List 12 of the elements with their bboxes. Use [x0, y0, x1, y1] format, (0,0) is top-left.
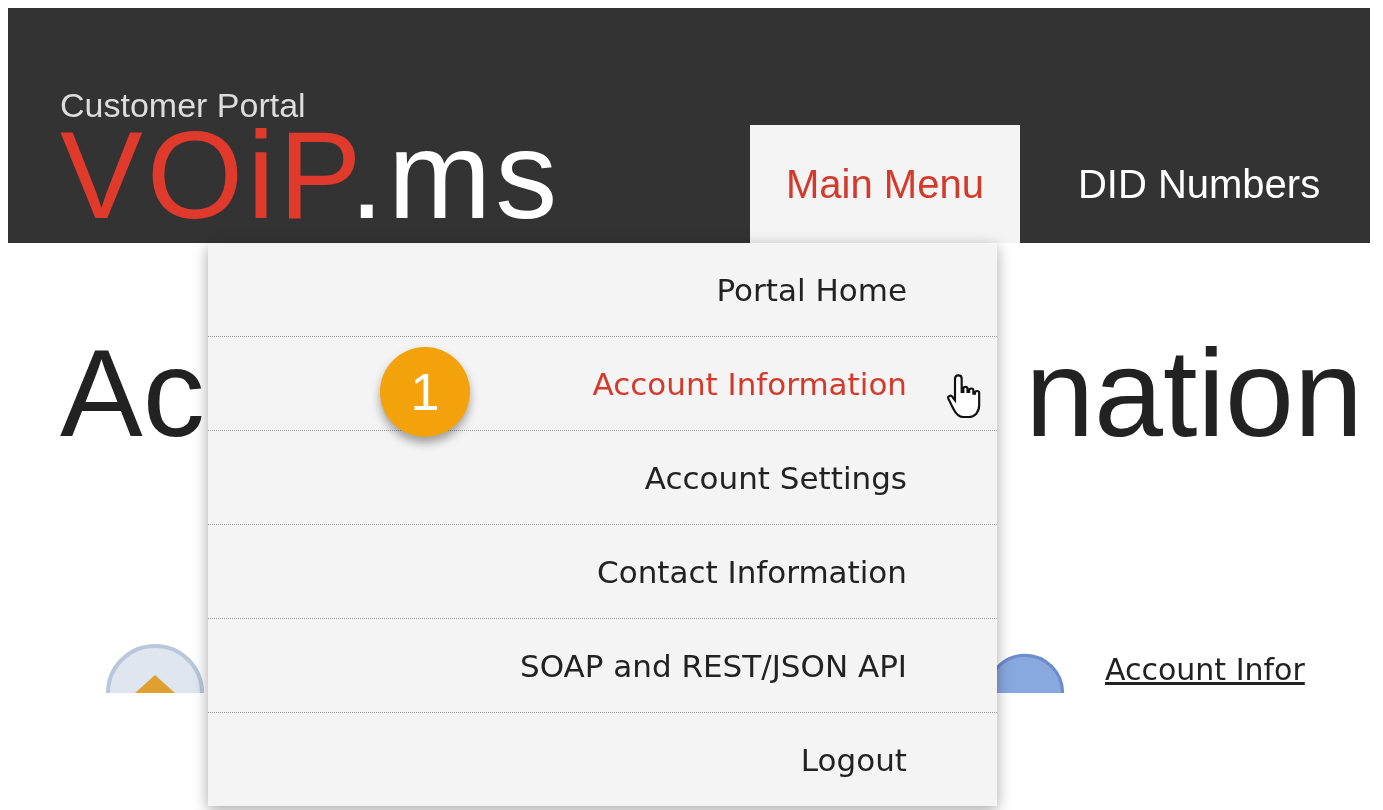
- page-heading: Ac: [60, 323, 205, 463]
- menu-item[interactable]: Portal Home: [208, 243, 997, 337]
- page-heading: nation: [1025, 323, 1363, 463]
- logo[interactable]: VOiP.ms: [60, 125, 562, 225]
- home-icon: [105, 643, 205, 693]
- portal-subtitle: Customer Portal: [60, 86, 306, 125]
- menu-item[interactable]: Logout: [208, 713, 997, 806]
- menu-item[interactable]: SOAP and REST/JSON API: [208, 619, 997, 713]
- nav-tab[interactable]: DID Numbers: [1041, 125, 1357, 243]
- account-info-link[interactable]: Account Infor: [1105, 652, 1305, 693]
- nav-tab[interactable]: Main Menu: [750, 125, 1020, 243]
- menu-item[interactable]: Contact Information: [208, 525, 997, 619]
